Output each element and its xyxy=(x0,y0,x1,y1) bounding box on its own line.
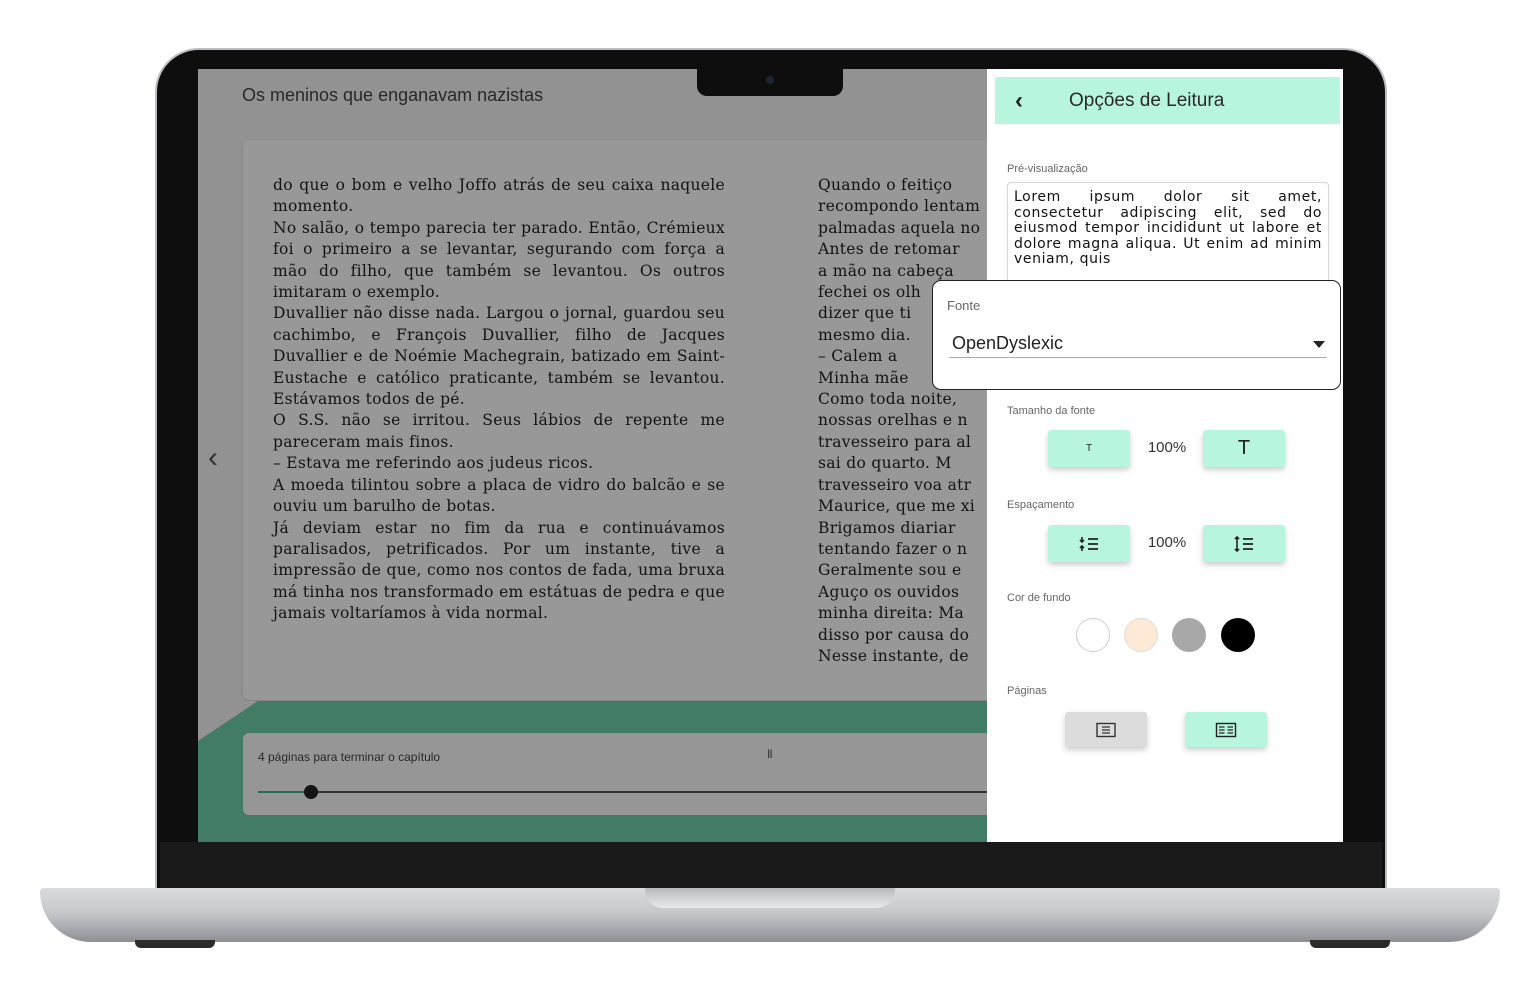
select-underline xyxy=(949,357,1327,358)
single-page-button[interactable] xyxy=(1065,712,1147,747)
reading-options-panel: ‹ Opções de Leitura Pré-visualização Lor… xyxy=(987,69,1343,842)
increase-font-size-button[interactable]: T xyxy=(1203,430,1285,467)
dropdown-arrow-icon[interactable] xyxy=(1313,341,1325,348)
font-label: Fonte xyxy=(947,298,981,313)
font-size-label: Tamanho da fonte xyxy=(1007,405,1096,417)
background-white-swatch[interactable] xyxy=(1076,618,1110,652)
panel-title: Opções de Leitura xyxy=(1069,90,1225,111)
large-t-icon: T xyxy=(1237,437,1251,459)
laptop-opening-notch xyxy=(645,888,895,908)
laptop-foot xyxy=(135,940,215,948)
pages-label: Páginas xyxy=(1007,685,1047,697)
double-page-icon xyxy=(1215,722,1237,737)
screen: Os meninos que enganavam nazistas do que… xyxy=(198,69,1343,842)
laptop-foot xyxy=(1310,940,1390,948)
double-page-button[interactable] xyxy=(1185,712,1267,747)
background-color-label: Cor de fundo xyxy=(1007,592,1071,604)
panel-header: ‹ Opções de Leitura xyxy=(995,77,1340,124)
preview-text: Lorem ipsum dolor sit amet, consectetur … xyxy=(1014,189,1322,267)
camera-icon xyxy=(766,76,774,84)
background-cream-swatch[interactable] xyxy=(1124,618,1158,652)
font-size-value: 100% xyxy=(1147,439,1187,456)
line-spacing-decrease-icon xyxy=(1079,536,1098,551)
decrease-font-size-button[interactable]: T xyxy=(1048,430,1130,467)
spacing-value: 100% xyxy=(1147,534,1187,551)
chevron-left-icon[interactable]: ‹ xyxy=(1015,87,1023,115)
increase-spacing-button[interactable] xyxy=(1203,525,1285,562)
line-spacing-increase-icon xyxy=(1234,535,1253,552)
background-black-swatch[interactable] xyxy=(1221,618,1255,652)
preview-box: Lorem ipsum dolor sit amet, consectetur … xyxy=(1007,182,1329,284)
font-select-value[interactable]: OpenDyslexic xyxy=(952,333,1063,354)
background-gray-swatch[interactable] xyxy=(1172,618,1206,652)
small-t-icon: T xyxy=(1085,443,1093,454)
decrease-spacing-button[interactable] xyxy=(1048,525,1130,562)
laptop-bezel xyxy=(160,842,1382,890)
preview-label: Pré-visualização xyxy=(1007,163,1088,175)
spacing-label: Espaçamento xyxy=(1007,499,1075,511)
font-select[interactable]: Fonte OpenDyslexic xyxy=(932,280,1341,390)
single-page-icon xyxy=(1096,722,1116,737)
